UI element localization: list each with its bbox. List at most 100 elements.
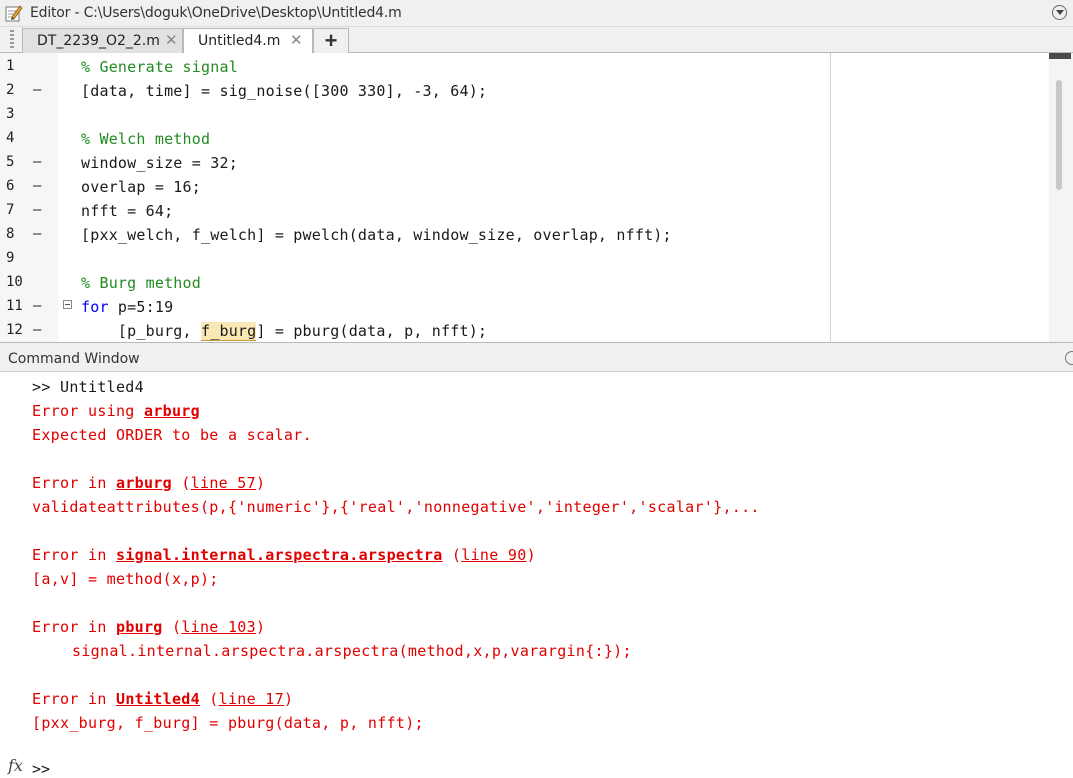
- line-link[interactable]: line 17: [219, 690, 284, 708]
- code-line[interactable]: 1 % Generate signal: [0, 54, 1040, 78]
- breakpoint-marker[interactable]: –: [33, 82, 41, 98]
- code-line[interactable]: 11 – for p=5:19: [0, 294, 1040, 318]
- highlighted-variable[interactable]: f_burg: [201, 322, 257, 341]
- line-number: 7: [6, 202, 15, 218]
- function-link[interactable]: Untitled4: [116, 690, 200, 708]
- breakpoint-marker[interactable]: –: [33, 154, 41, 170]
- command-prompt[interactable]: >>: [32, 760, 50, 778]
- code-rest: p=5:19: [108, 298, 174, 316]
- paren: (: [162, 618, 182, 636]
- function-link[interactable]: arburg: [144, 402, 200, 420]
- tab-untitled4[interactable]: Untitled4.m ✕: [183, 28, 313, 54]
- code-line[interactable]: 7 – nfft = 64;: [0, 198, 1040, 222]
- command-window-title: Command Window: [8, 351, 140, 367]
- error-source: [a,v] = method(x,p);: [32, 570, 219, 588]
- code-text: overlap = 16;: [81, 178, 201, 196]
- line-number: 10: [6, 274, 23, 290]
- editor-actions-menu-icon[interactable]: [1052, 5, 1067, 20]
- code-text: for p=5:19: [81, 298, 173, 316]
- line-number: 1: [6, 58, 15, 74]
- error-source: validateattributes(p,{'numeric'},{'real'…: [32, 498, 760, 516]
- editor-pencil-icon: [5, 5, 23, 22]
- command-window-actions-icon[interactable]: [1065, 351, 1073, 365]
- error-line: Error in arburg (line 57): [32, 474, 265, 492]
- command-window[interactable]: >> Untitled4 Error using arburg Expected…: [0, 372, 1073, 778]
- error-source: [pxx_burg, f_burg] = pburg(data, p, nfft…: [32, 714, 424, 732]
- error-prefix: Error using: [32, 402, 144, 420]
- line-number: 8: [6, 226, 15, 242]
- code-editor[interactable]: 1 % Generate signal 2 – [data, time] = s…: [0, 53, 1073, 342]
- line-number: 3: [6, 106, 15, 122]
- tab-label: DT_2239_O2_2.m: [37, 33, 160, 49]
- code-text: [data, time] = sig_noise([300 330], -3, …: [81, 82, 488, 100]
- line-number: 5: [6, 154, 15, 170]
- editor-title: Editor - C:\Users\doguk\OneDrive\Desktop…: [30, 5, 402, 21]
- paren: ): [255, 474, 266, 492]
- error-line: Error in signal.internal.arspectra.arspe…: [32, 546, 536, 564]
- function-browser-fx-icon[interactable]: fx: [8, 756, 23, 775]
- line-number: 4: [6, 130, 15, 146]
- error-line: Error in Untitled4 (line 17): [32, 690, 293, 708]
- add-tab-button[interactable]: +: [313, 28, 349, 53]
- code-line[interactable]: 4 % Welch method: [0, 126, 1040, 150]
- line-number: 2: [6, 82, 15, 98]
- tab-close-icon[interactable]: ✕: [165, 31, 178, 49]
- error-prefix: Error in: [32, 618, 116, 636]
- error-source: signal.internal.arspectra.arspectra(meth…: [72, 642, 632, 660]
- code-text: % Welch method: [81, 130, 211, 148]
- code-line[interactable]: 5 – window_size = 32;: [0, 150, 1040, 174]
- code-line[interactable]: 12 – [p_burg, f_burg] = pburg(data, p, n…: [0, 318, 1040, 342]
- code-text: window_size = 32;: [81, 154, 238, 172]
- line-link[interactable]: line 103: [181, 618, 256, 636]
- tab-label: Untitled4.m: [198, 33, 281, 49]
- breakpoint-marker[interactable]: –: [33, 322, 41, 338]
- error-prefix: Error in: [32, 546, 116, 564]
- breakpoint-marker[interactable]: –: [33, 178, 41, 194]
- code-text: [pxx_welch, f_welch] = pwelch(data, wind…: [81, 226, 672, 244]
- line-link[interactable]: line 57: [191, 474, 256, 492]
- command-window-header: Command Window: [0, 342, 1073, 372]
- editor-scroll-thumb[interactable]: [1056, 80, 1062, 190]
- breakpoint-marker[interactable]: –: [33, 202, 41, 218]
- line-number: 9: [6, 250, 15, 266]
- code-text: nfft = 64;: [81, 202, 174, 220]
- paren: ): [255, 618, 266, 636]
- paren: (: [442, 546, 462, 564]
- keyword-for: for: [81, 298, 109, 316]
- code-text: % Generate signal: [81, 58, 238, 76]
- fold-collapse-icon[interactable]: [63, 300, 72, 309]
- code-line[interactable]: 8 – [pxx_welch, f_welch] = pwelch(data, …: [0, 222, 1040, 246]
- line-number: 12: [6, 322, 23, 338]
- editor-tab-strip: DT_2239_O2_2.m ✕ Untitled4.m ✕ +: [0, 27, 1073, 54]
- breakpoint-marker[interactable]: –: [33, 226, 41, 242]
- scrollbar-split-handle[interactable]: [1049, 53, 1071, 59]
- code-line[interactable]: 9: [0, 246, 1040, 270]
- breakpoint-marker[interactable]: –: [33, 298, 41, 314]
- line-number: 6: [6, 178, 15, 194]
- tab-strip-grip-icon[interactable]: [10, 30, 14, 50]
- code-line[interactable]: 10 % Burg method: [0, 270, 1040, 294]
- paren: (: [199, 690, 219, 708]
- code-line[interactable]: 3: [0, 102, 1040, 126]
- function-link[interactable]: pburg: [116, 618, 163, 636]
- command-echo: >> Untitled4: [32, 378, 144, 396]
- code-text: % Burg method: [81, 274, 201, 292]
- code-pre: [p_burg,: [81, 322, 201, 340]
- line-number: 11: [6, 298, 23, 314]
- paren: ): [526, 546, 536, 564]
- error-prefix: Error in: [32, 474, 116, 492]
- paren: (: [171, 474, 191, 492]
- code-line[interactable]: 6 – overlap = 16;: [0, 174, 1040, 198]
- error-message: Expected ORDER to be a scalar.: [32, 426, 312, 444]
- editor-title-bar: Editor - C:\Users\doguk\OneDrive\Desktop…: [0, 0, 1073, 27]
- line-link[interactable]: line 90: [461, 546, 526, 564]
- error-line: Error in pburg (line 103): [32, 618, 265, 636]
- function-link[interactable]: arburg: [116, 474, 172, 492]
- function-link[interactable]: signal.internal.arspectra.arspectra: [116, 546, 443, 564]
- code-line[interactable]: 2 – [data, time] = sig_noise([300 330], …: [0, 78, 1040, 102]
- tab-close-icon[interactable]: ✕: [290, 31, 303, 49]
- paren: ): [283, 690, 294, 708]
- code-rest: ] = pburg(data, p, nfft);: [256, 322, 488, 340]
- tab-dt-2239[interactable]: DT_2239_O2_2.m ✕: [22, 28, 183, 53]
- error-prefix: Error in: [32, 690, 116, 708]
